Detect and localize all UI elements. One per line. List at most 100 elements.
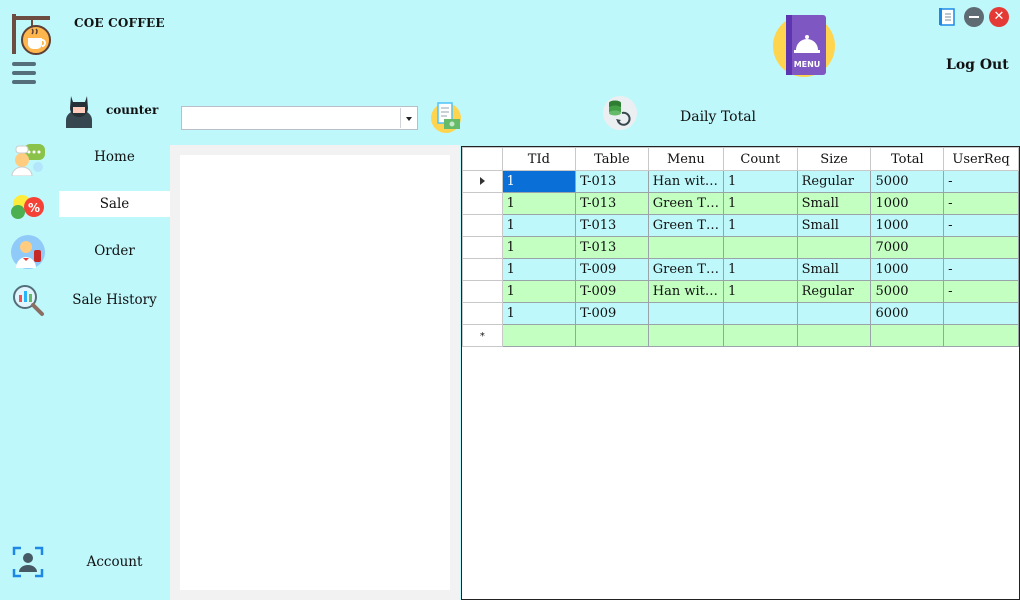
cell-count[interactable] [722, 236, 798, 259]
table-row[interactable]: 1 T-013 Green T… 1 Small 1000 - [462, 192, 1019, 215]
cell-total[interactable]: 1000 [870, 258, 945, 281]
cell-table[interactable]: T-013 [575, 170, 649, 193]
new-row-marker[interactable]: * [462, 324, 503, 347]
row-header[interactable] [462, 258, 503, 281]
new-cell[interactable] [722, 324, 798, 347]
cell-count[interactable]: 1 [722, 280, 798, 303]
table-row[interactable]: 1 T-009 Green T… 1 Small 1000 - [462, 258, 1019, 281]
column-header-userreq[interactable]: UserReq [943, 147, 1019, 171]
column-header-menu[interactable]: Menu [647, 147, 724, 171]
table-row[interactable]: 1 T-013 Han wit… 1 Regular 5000 - [462, 170, 1019, 193]
column-header-tid[interactable]: TId [501, 147, 577, 171]
table-row[interactable]: 1 T-009 6000 [462, 302, 1019, 325]
document-icon[interactable] [938, 7, 956, 27]
cell-userreq[interactable] [943, 236, 1019, 259]
cell-total[interactable]: 5000 [870, 170, 945, 193]
row-header[interactable] [462, 192, 503, 215]
cell-size[interactable]: Regular [796, 170, 872, 193]
table-row[interactable]: 1 T-013 7000 [462, 236, 1019, 259]
sidebar-item-account[interactable]: Account [59, 549, 170, 575]
sale-data-grid[interactable]: TId Table Menu Count Size Total UserReq … [461, 146, 1020, 600]
sidebar-item-home[interactable]: Home [59, 144, 170, 170]
table-select-dropdown[interactable] [181, 106, 418, 130]
order-items-list[interactable] [180, 155, 450, 590]
cell-userreq[interactable]: - [943, 280, 1019, 303]
sidebar-item-order[interactable]: Order [59, 238, 170, 264]
cell-size[interactable]: Small [796, 214, 872, 237]
cell-total[interactable]: 5000 [870, 280, 945, 303]
cell-menu[interactable]: Han wit… [647, 170, 724, 193]
cell-size[interactable]: Small [796, 258, 872, 281]
cell-table[interactable]: T-013 [575, 192, 649, 215]
cell-userreq[interactable]: - [943, 192, 1019, 215]
cell-size[interactable] [796, 302, 872, 325]
new-table-row[interactable]: * [462, 324, 1019, 347]
row-header[interactable] [462, 214, 503, 237]
logout-button[interactable]: Log Out [946, 57, 1009, 73]
row-header[interactable] [462, 302, 503, 325]
cell-menu[interactable] [647, 302, 724, 325]
cell-count[interactable]: 1 [722, 258, 798, 281]
chef-chat-icon[interactable] [10, 140, 46, 177]
column-header-size[interactable]: Size [796, 147, 872, 171]
cell-table[interactable]: T-009 [575, 258, 649, 281]
close-button[interactable]: ✕ [989, 7, 1009, 27]
cell-count[interactable] [722, 302, 798, 325]
cell-table[interactable]: T-013 [575, 236, 649, 259]
cell-count[interactable]: 1 [722, 170, 798, 193]
cell-tid[interactable]: 1 [501, 236, 577, 259]
current-row-indicator-icon[interactable] [462, 170, 503, 193]
cell-size[interactable] [796, 236, 872, 259]
new-cell[interactable] [501, 324, 577, 347]
cell-tid[interactable]: 1 [501, 280, 577, 303]
cell-userreq[interactable]: - [943, 258, 1019, 281]
cell-userreq[interactable]: - [943, 214, 1019, 237]
cell-tid[interactable]: 1 [501, 258, 577, 281]
cell-total[interactable]: 1000 [870, 192, 945, 215]
cell-table[interactable]: T-013 [575, 214, 649, 237]
cell-menu[interactable]: Han wit… [647, 280, 724, 303]
waiter-icon[interactable] [10, 234, 46, 270]
discount-tag-icon[interactable]: % [10, 188, 46, 224]
cell-total[interactable]: 1000 [870, 214, 945, 237]
new-cell[interactable] [870, 324, 945, 347]
row-header[interactable] [462, 280, 503, 303]
new-cell[interactable] [647, 324, 724, 347]
table-row[interactable]: 1 T-013 Green T… 1 Small 1000 - [462, 214, 1019, 237]
sidebar-item-sale-history[interactable]: Sale History [59, 287, 170, 313]
bill-money-icon[interactable] [430, 100, 462, 134]
cell-table[interactable]: T-009 [575, 302, 649, 325]
cell-userreq[interactable]: - [943, 170, 1019, 193]
cell-tid[interactable]: 1 [501, 192, 577, 215]
chevron-down-icon[interactable] [400, 108, 416, 128]
cell-userreq[interactable] [943, 302, 1019, 325]
hamburger-menu-icon[interactable] [12, 62, 36, 84]
cell-size[interactable]: Small [796, 192, 872, 215]
minimize-button[interactable] [964, 7, 984, 27]
cell-menu[interactable] [647, 236, 724, 259]
new-cell[interactable] [796, 324, 872, 347]
cell-total[interactable]: 6000 [870, 302, 945, 325]
account-icon[interactable] [10, 544, 46, 580]
new-cell[interactable] [943, 324, 1019, 347]
cell-tid[interactable]: 1 [501, 214, 577, 237]
analytics-magnifier-icon[interactable] [10, 282, 46, 318]
database-refresh-icon[interactable] [602, 95, 638, 131]
menu-book-icon[interactable]: MENU [772, 12, 836, 78]
sidebar-item-sale[interactable]: Sale [59, 191, 170, 217]
daily-total-button[interactable]: Daily Total [680, 109, 756, 125]
cell-menu[interactable]: Green T… [647, 214, 724, 237]
cell-tid[interactable]: 1 [501, 170, 577, 193]
column-header-total[interactable]: Total [870, 147, 945, 171]
cell-tid[interactable]: 1 [501, 302, 577, 325]
cell-count[interactable]: 1 [722, 214, 798, 237]
cell-menu[interactable]: Green T… [647, 192, 724, 215]
cell-total[interactable]: 7000 [870, 236, 945, 259]
cell-table[interactable]: T-009 [575, 280, 649, 303]
row-header[interactable] [462, 236, 503, 259]
cell-menu[interactable]: Green T… [647, 258, 724, 281]
table-row[interactable]: 1 T-009 Han wit… 1 Regular 5000 - [462, 280, 1019, 303]
column-header-count[interactable]: Count [722, 147, 798, 171]
cell-count[interactable]: 1 [722, 192, 798, 215]
cell-size[interactable]: Regular [796, 280, 872, 303]
